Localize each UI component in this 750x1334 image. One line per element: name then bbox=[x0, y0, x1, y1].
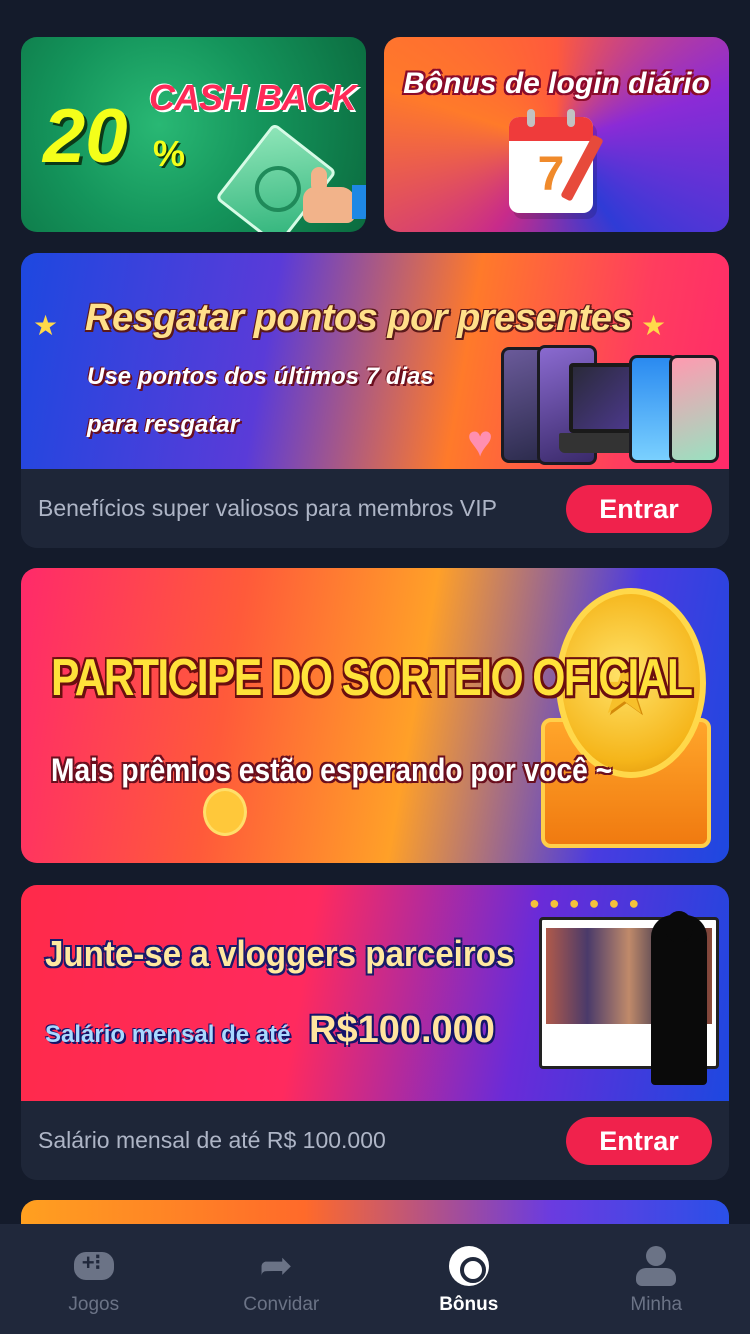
redeem-enter-button[interactable]: Entrar bbox=[566, 485, 712, 533]
tab-label: Bônus bbox=[439, 1294, 499, 1315]
cashback-title: CASH BACK bbox=[149, 77, 357, 118]
vloggers-enter-button[interactable]: Entrar bbox=[566, 1117, 712, 1165]
coins-graphic: ● ● ● ● ● ● bbox=[529, 893, 642, 913]
businessman-silhouette bbox=[651, 911, 707, 1085]
tab-convidar[interactable]: ➦ Convidar bbox=[188, 1224, 376, 1334]
vloggers-title: Junte-se a vloggers parceiros bbox=[45, 933, 515, 974]
cashback-percent-sign: % bbox=[153, 133, 186, 174]
star-icon: ★ bbox=[33, 310, 59, 341]
bonus-page-content: CASH BACK 20 % Bônus de login diário 7 ★… bbox=[0, 0, 750, 1224]
redeem-points-card: ★ ★ Resgatar pontos por presentes Use po… bbox=[21, 253, 729, 548]
cashback-card[interactable]: CASH BACK 20 % bbox=[21, 37, 366, 232]
calendar-header bbox=[509, 117, 593, 141]
tab-bonus[interactable]: Bônus bbox=[375, 1224, 563, 1334]
heart-icon: ♥ bbox=[467, 417, 494, 466]
thumbs-up-icon bbox=[303, 167, 355, 223]
bonus-icon bbox=[447, 1244, 491, 1288]
tab-minha[interactable]: Minha bbox=[563, 1224, 750, 1334]
redeem-title: Resgatar pontos por presentes bbox=[85, 297, 633, 339]
tab-label: Minha bbox=[630, 1294, 683, 1315]
phone-image bbox=[669, 355, 719, 463]
redeem-points-banner[interactable]: ★ ★ Resgatar pontos por presentes Use po… bbox=[21, 253, 729, 469]
raffle-banner: ★ PARTICIPE DO SORTEIO OFICIAL Mais prêm… bbox=[21, 568, 729, 863]
promo-row: CASH BACK 20 % Bônus de login diário 7 bbox=[21, 37, 729, 232]
cashback-percent: 20 bbox=[43, 94, 128, 179]
raffle-card[interactable]: ★ PARTICIPE DO SORTEIO OFICIAL Mais prêm… bbox=[21, 568, 729, 863]
daily-login-title: Bônus de login diário bbox=[403, 67, 710, 100]
calendar-ring bbox=[527, 109, 535, 127]
bottom-tab-bar: Jogos ➦ Convidar Bônus Minha bbox=[0, 1224, 750, 1334]
share-arrow-icon: ➦ bbox=[259, 1244, 293, 1288]
vloggers-banner[interactable]: ● ● ● ● ● ● Junte-se a vloggers parceiro… bbox=[21, 885, 729, 1101]
raffle-title: PARTICIPE DO SORTEIO OFICIAL bbox=[51, 649, 693, 707]
vloggers-card: ● ● ● ● ● ● Junte-se a vloggers parceiro… bbox=[21, 885, 729, 1180]
vloggers-card-footer: Salário mensal de até R$ 100.000 Entrar bbox=[21, 1101, 729, 1180]
tab-jogos[interactable]: Jogos bbox=[0, 1224, 188, 1334]
vloggers-footer-text: Salário mensal de até R$ 100.000 bbox=[38, 1127, 386, 1153]
vloggers-salary-label: Salário mensal de até bbox=[45, 1021, 291, 1048]
vloggers-salary-amount: R$100.000 bbox=[309, 1009, 495, 1051]
redeem-card-footer: Benefícios super valiosos para membros V… bbox=[21, 469, 729, 548]
redeem-footer-text: Benefícios super valiosos para membros V… bbox=[38, 495, 497, 521]
star-icon: ★ bbox=[641, 310, 667, 341]
calendar-ring bbox=[567, 109, 575, 127]
redeem-line-2: para resgatar bbox=[87, 411, 240, 438]
redeem-line-1: Use pontos dos últimos 7 dias bbox=[87, 363, 434, 390]
sleeve-cuff-graphic bbox=[352, 185, 366, 219]
next-promo-card-partial[interactable] bbox=[21, 1200, 729, 1224]
raffle-subtitle: Mais prêmios estão esperando por você ~ bbox=[51, 752, 613, 788]
tab-label: Convidar bbox=[243, 1294, 320, 1315]
user-icon bbox=[634, 1244, 678, 1288]
coin-icon bbox=[203, 788, 247, 836]
tab-label: Jogos bbox=[68, 1294, 120, 1315]
daily-login-card[interactable]: Bônus de login diário 7 bbox=[384, 37, 729, 232]
gamepad-icon bbox=[72, 1244, 116, 1288]
